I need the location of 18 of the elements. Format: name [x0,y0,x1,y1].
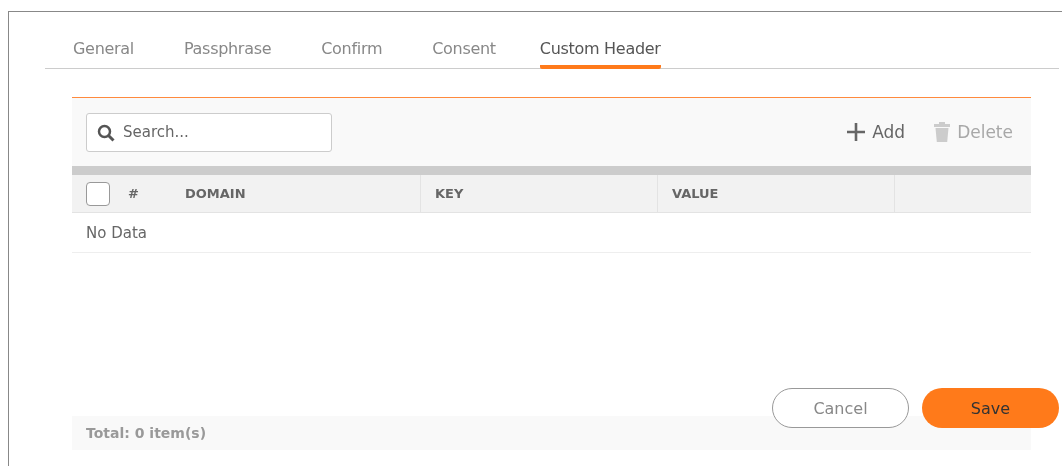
tab[interactable]: General [73,12,134,69]
select-all-checkbox[interactable] [86,181,110,206]
tab[interactable]: Confirm [321,12,383,69]
save-button[interactable]: Save [922,388,1059,428]
tab[interactable]: Custom Header [539,12,661,69]
search-field[interactable]: Search... [86,112,332,152]
tab[interactable]: Passphrase [183,12,272,69]
column-header: DOMAIN [185,186,246,201]
tab[interactable]: Consent [432,12,496,69]
column-header: # [128,186,139,201]
add-button[interactable]: Add [842,122,910,142]
plus-icon [846,122,867,142]
column-header: VALUE [672,186,719,201]
empty-message: No Data [86,223,147,242]
column-header: KEY [435,186,464,201]
cancel-button[interactable]: Cancel [772,388,909,428]
trash-icon [933,121,952,143]
total-count: Total: 0 item(s) [86,425,207,441]
